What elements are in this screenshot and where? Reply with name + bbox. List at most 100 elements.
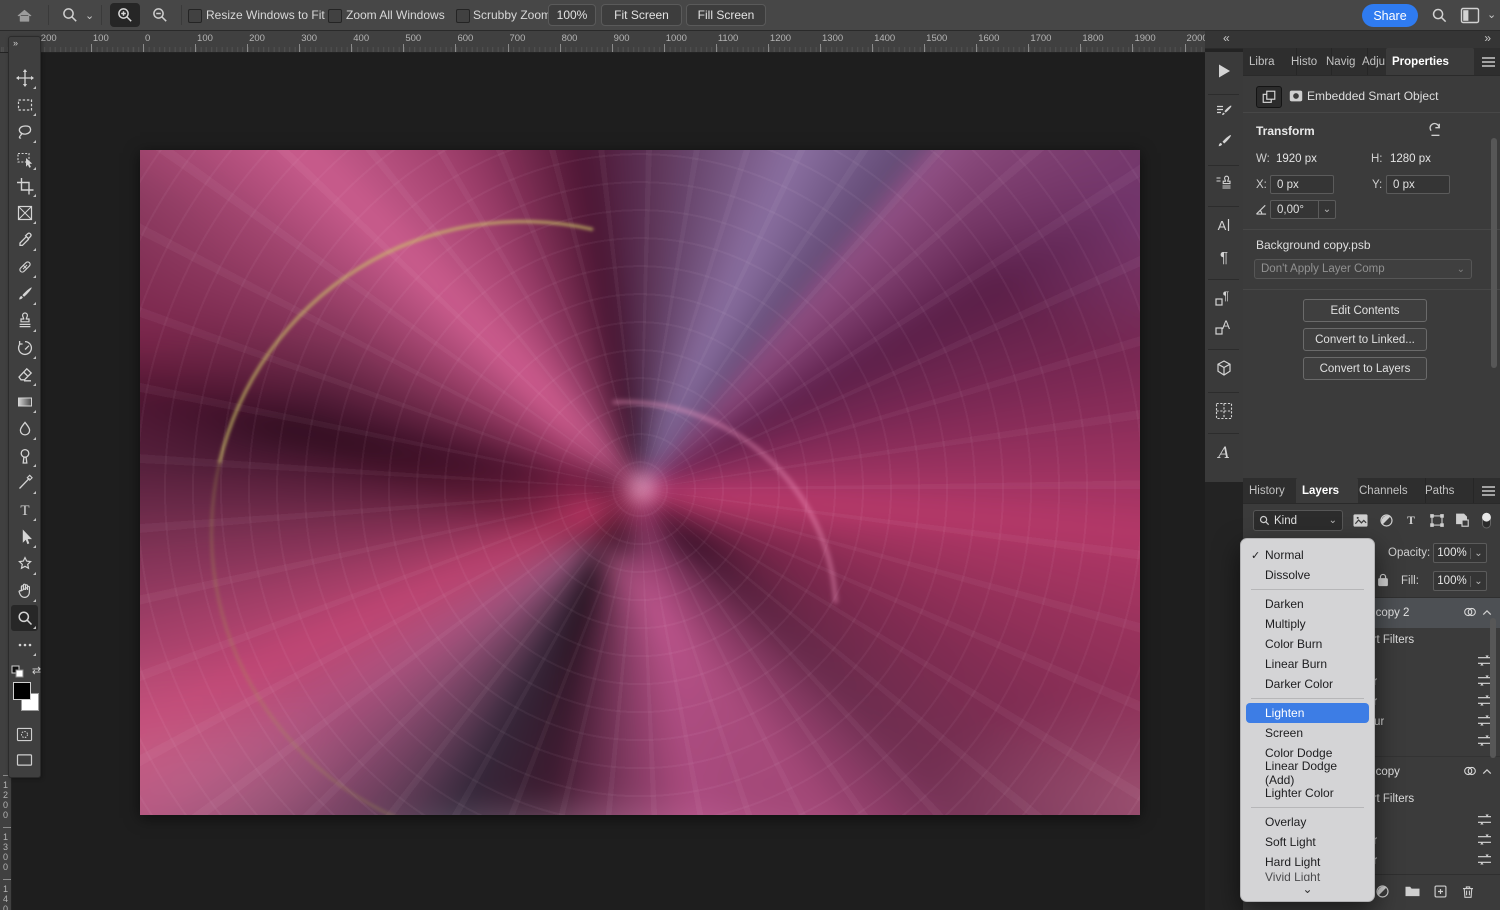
history-brush-tool[interactable] <box>11 335 38 361</box>
resize-windows-checkbox[interactable] <box>188 9 202 23</box>
share-button[interactable]: Share <box>1362 4 1418 27</box>
actions-panel-icon[interactable] <box>1211 58 1237 84</box>
blend-mode-option-dissolve[interactable]: Dissolve <box>1246 565 1369 585</box>
scrubby-zoom-checkbox[interactable] <box>456 9 470 23</box>
filter-shape-icon[interactable] <box>1428 511 1446 529</box>
blend-mode-option-darker-color[interactable]: Darker Color <box>1246 674 1369 694</box>
new-layer-icon[interactable] <box>1431 882 1449 900</box>
filter-smart-object-icon[interactable] <box>1453 511 1471 529</box>
filter-blending-options-icon[interactable] <box>1477 853 1492 869</box>
lasso-tool[interactable] <box>11 119 38 145</box>
blend-mode-option-color-burn[interactable]: Color Burn <box>1246 634 1369 654</box>
frame-tool[interactable] <box>11 200 38 226</box>
fit-screen-button[interactable]: Fit Screen <box>601 4 682 26</box>
rotation-angle-field[interactable]: 0,00° ⌄ <box>1270 200 1336 219</box>
rotation-angle-chevron[interactable]: ⌄ <box>1318 201 1335 218</box>
edit-toolbar-icon[interactable] <box>11 632 38 658</box>
tab-layers[interactable]: Layers <box>1296 478 1358 503</box>
convert-to-linked-button[interactable]: Convert to Linked... <box>1303 328 1427 351</box>
blend-mode-option-linear-dodge-add[interactable]: Linear Dodge (Add) <box>1246 763 1369 783</box>
fill-field[interactable]: 100% ⌄ <box>1433 571 1487 591</box>
smart-object-properties-icon[interactable] <box>1256 86 1282 108</box>
paragraph-panel-icon[interactable]: ¶ <box>1211 244 1237 270</box>
reset-transform-icon[interactable] <box>1426 121 1444 139</box>
tab-paths[interactable]: Paths <box>1419 478 1474 503</box>
tab-channels[interactable]: Channels <box>1353 478 1426 503</box>
blend-mode-option-vivid-light[interactable]: Vivid Light <box>1246 872 1369 881</box>
filter-blending-options-icon[interactable] <box>1477 833 1492 849</box>
zoom-all-windows-checkbox[interactable] <box>328 9 342 23</box>
layer-filter-kind-select[interactable]: Kind ⌄ <box>1253 510 1343 531</box>
shape-tool[interactable] <box>11 551 38 577</box>
layers-scrollbar[interactable] <box>1490 618 1496 758</box>
properties-scrollbar[interactable] <box>1491 138 1497 368</box>
tab-properties[interactable]: Properties <box>1386 48 1474 75</box>
character-styles-panel-icon[interactable]: A <box>1211 314 1237 340</box>
zoom-tool-flyout-chevron[interactable]: ⌄ <box>85 9 94 22</box>
home-button[interactable] <box>12 5 36 25</box>
horizontal-ruler[interactable]: 2001000100200300400500600700800900100011… <box>0 30 1205 53</box>
object-selection-tool[interactable] <box>11 146 38 172</box>
brush-tool[interactable] <box>11 281 38 307</box>
brush-settings-panel-icon[interactable] <box>1211 99 1237 125</box>
zoom-tool-icon[interactable] <box>58 5 82 25</box>
zoom-out-button[interactable] <box>145 3 175 27</box>
blend-mode-option-normal[interactable]: ✓Normal <box>1246 545 1369 565</box>
dodge-tool[interactable] <box>11 443 38 469</box>
blend-mode-option-lighter-color[interactable]: Lighter Color <box>1246 783 1369 803</box>
fill-screen-button[interactable]: Fill Screen <box>686 4 766 26</box>
3d-panel-icon[interactable] <box>1211 356 1237 382</box>
convert-to-layers-button[interactable]: Convert to Layers <box>1303 357 1427 380</box>
toolbar-collapse-icon[interactable]: » <box>13 38 19 48</box>
swap-colors-icon[interactable]: ⇄ <box>23 657 50 683</box>
menu-scroll-down-icon[interactable]: ⌄ <box>1241 881 1374 897</box>
hand-tool[interactable] <box>11 578 38 604</box>
edit-contents-button[interactable]: Edit Contents <box>1303 299 1427 322</box>
move-tool[interactable] <box>11 65 38 91</box>
opacity-field[interactable]: 100% ⌄ <box>1433 543 1487 563</box>
blend-mode-option-hard-light[interactable]: Hard Light <box>1246 852 1369 872</box>
collapse-filters-icon[interactable] <box>1482 607 1492 619</box>
document-canvas[interactable] <box>140 150 1140 815</box>
clone-stamp-tool[interactable] <box>11 308 38 334</box>
filter-image-icon[interactable] <box>1351 511 1369 529</box>
delete-layer-icon[interactable] <box>1459 882 1477 900</box>
workspace-chevron-icon[interactable]: ⌄ <box>1487 8 1496 21</box>
mask-properties-icon[interactable] <box>1284 86 1308 106</box>
gradient-tool[interactable] <box>11 389 38 415</box>
zoom-in-button[interactable] <box>110 3 140 27</box>
properties-panel-menu-icon[interactable] <box>1481 48 1496 75</box>
character-panel-icon[interactable]: A <box>1211 213 1237 239</box>
zoom-tool[interactable] <box>11 605 38 631</box>
healing-brush-tool[interactable] <box>11 254 38 280</box>
collapse-filters-icon[interactable] <box>1482 766 1492 778</box>
path-selection-tool[interactable] <box>11 524 38 550</box>
crop-tool[interactable] <box>11 173 38 199</box>
filter-adjustment-icon[interactable] <box>1377 511 1395 529</box>
eyedropper-tool[interactable] <box>11 227 38 253</box>
layer-comp-select[interactable]: Don't Apply Layer Comp ⌄ <box>1254 259 1472 279</box>
adjustment-layer-icon[interactable] <box>1373 882 1391 900</box>
zoom-percent-field[interactable]: 100% <box>548 4 596 26</box>
type-tool[interactable]: T <box>11 497 38 523</box>
blend-mode-option-overlay[interactable]: Overlay <box>1246 812 1369 832</box>
layers-panel-menu-icon[interactable] <box>1481 478 1496 503</box>
expand-dock-icon[interactable]: » <box>1484 31 1490 45</box>
filter-type-icon[interactable]: T <box>1402 511 1420 529</box>
workspace-icon[interactable] <box>1458 6 1482 25</box>
filter-blending-options-icon[interactable] <box>1477 813 1492 829</box>
blend-mode-option-linear-burn[interactable]: Linear Burn <box>1246 654 1369 674</box>
paragraph-styles-panel-icon[interactable]: ¶ <box>1211 285 1237 311</box>
clone-source-panel-icon[interactable] <box>1211 170 1237 196</box>
brushes-panel-icon[interactable] <box>1211 129 1237 155</box>
quick-mask-icon[interactable] <box>11 721 38 747</box>
lock-icon[interactable] <box>1376 572 1390 588</box>
blend-mode-option-screen[interactable]: Screen <box>1246 723 1369 743</box>
blur-tool[interactable] <box>11 416 38 442</box>
blend-mode-option-lighten[interactable]: Lighten <box>1246 703 1369 723</box>
glyphs-panel-icon[interactable]: A <box>1211 440 1237 466</box>
screen-mode-icon[interactable] <box>11 747 38 773</box>
x-position-field[interactable]: 0 px <box>1270 175 1334 194</box>
new-group-icon[interactable] <box>1403 882 1421 900</box>
marquee-tool[interactable] <box>11 92 38 118</box>
